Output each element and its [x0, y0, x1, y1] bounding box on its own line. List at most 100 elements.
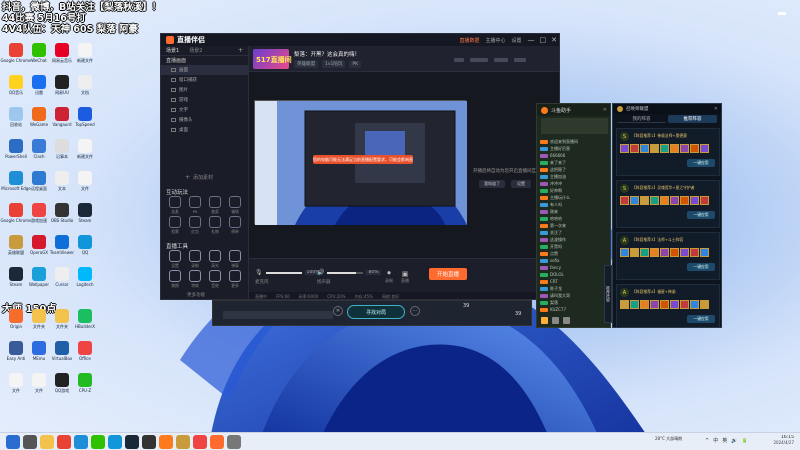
lol-comp-card[interactable]: S 【阵容推荐2】灵魂莲华+星之守护者 一键应用	[616, 180, 720, 228]
language-icon[interactable]: 英	[722, 437, 727, 444]
tool-item[interactable]: 弹幕	[225, 250, 245, 269]
interaction-item[interactable]: PK	[185, 196, 205, 214]
desktop-icon[interactable]: Steam	[70, 203, 100, 231]
more-features-link[interactable]: 更多功能	[187, 292, 205, 298]
tool-item[interactable]: 特效	[185, 270, 205, 289]
champion-icon[interactable]	[640, 144, 649, 153]
obs-icon[interactable]	[142, 435, 156, 449]
champion-icon[interactable]	[650, 196, 659, 205]
tool-item[interactable]: 高光	[205, 250, 225, 269]
champion-icon[interactable]	[640, 300, 649, 309]
champion-icon[interactable]	[700, 144, 709, 153]
announcement-settings-button[interactable]: 设置	[511, 180, 531, 188]
preview-canvas[interactable]: 您的电脑可能无法满足当前直播配置要求，可能会影响直播效果	[254, 100, 467, 225]
lol-comp-card[interactable]: A 【阵容推荐4】福星+神谕 一键应用	[616, 284, 720, 327]
file-explorer-icon[interactable]	[40, 435, 54, 449]
settings-icon[interactable]	[227, 435, 241, 449]
search-icon[interactable]	[23, 435, 37, 449]
mic-icon[interactable]: 🎙	[255, 269, 263, 276]
maximize-icon[interactable]: □	[540, 36, 547, 44]
champion-icon[interactable]	[670, 144, 679, 153]
game-close-icon[interactable]: ✕	[333, 306, 343, 316]
stream-tag-1[interactable]: 1v1陪玩	[322, 60, 346, 68]
tool-item[interactable]: 美颜	[165, 270, 185, 289]
champion-icon[interactable]	[700, 196, 709, 205]
tool-item[interactable]: 音效	[205, 270, 225, 289]
steam-icon[interactable]	[125, 435, 139, 449]
top-right-minimize-indicator[interactable]	[778, 12, 786, 15]
chat-close-icon[interactable]: ✕	[603, 107, 607, 113]
lol-tab-my[interactable]: 我的阵容	[617, 115, 666, 123]
add-material-button[interactable]: + 添加素材	[185, 174, 213, 181]
lol-side-tab[interactable]: 推荐阵容	[604, 265, 612, 323]
preview-alert[interactable]: 您的电脑可能无法满足当前直播配置要求，可能会影响直播效果	[313, 155, 413, 164]
champion-icon[interactable]	[620, 248, 629, 257]
live-companion-icon[interactable]	[210, 435, 224, 449]
speaker-slider[interactable]	[327, 271, 364, 274]
tool-item[interactable]: 更多	[225, 270, 245, 289]
close-icon[interactable]: ✕	[551, 36, 557, 44]
interaction-item[interactable]: 榜单	[225, 216, 245, 235]
tab-scene-1[interactable]: 场景1	[166, 47, 179, 54]
sources-tab[interactable]: 直播画面	[166, 57, 186, 64]
champion-icon[interactable]	[630, 144, 639, 153]
interaction-item[interactable]: 礼物	[205, 216, 225, 235]
interaction-item[interactable]: 抽奖	[205, 196, 225, 215]
champion-icon[interactable]	[690, 196, 699, 205]
stream-cover[interactable]: 517直播间	[253, 49, 292, 69]
desktop-icon[interactable]: QQ	[70, 235, 100, 263]
top-action-3[interactable]: 设置	[511, 37, 521, 44]
start-live-button[interactable]: 开始直播	[429, 268, 467, 280]
tool-item[interactable]: 设置	[165, 250, 185, 269]
champion-icon[interactable]	[680, 196, 689, 205]
champion-icon[interactable]	[690, 300, 699, 309]
lol-close-icon[interactable]: ✕	[714, 106, 718, 112]
champion-icon[interactable]	[630, 196, 639, 205]
champion-icon[interactable]	[630, 248, 639, 257]
champion-icon[interactable]	[690, 144, 699, 153]
desktop-icon[interactable]: CPU-Z	[70, 373, 100, 401]
volume-icon[interactable]: 🔊	[731, 438, 737, 444]
source-item[interactable]: 文字	[161, 105, 248, 115]
stream-title[interactable]: 梨落：开黑？这会真的嗨！	[294, 50, 360, 58]
find-match-button[interactable]: 寻找对局	[347, 305, 405, 319]
lol-comp-card[interactable]: A 【阵容推荐3】法师+斗士阵容 一键应用	[616, 232, 720, 280]
speaker-volume[interactable]: 80%	[366, 270, 381, 275]
show-hidden-icon[interactable]: ^	[705, 438, 709, 444]
desktop-icon[interactable]: 新建文件	[70, 139, 100, 167]
announcement-ok-button[interactable]: 我知道了	[479, 180, 505, 188]
source-item[interactable]: 摄像头	[161, 115, 248, 125]
mic-slider[interactable]	[265, 271, 302, 274]
champion-icon[interactable]	[680, 300, 689, 309]
live-settings-button[interactable]: ▣ 直播	[401, 270, 409, 284]
interaction-item[interactable]: 连麦	[165, 196, 185, 215]
champion-icon[interactable]	[660, 248, 669, 257]
chrome-icon[interactable]	[57, 435, 71, 449]
champion-icon[interactable]	[640, 196, 649, 205]
champion-icon[interactable]	[630, 300, 639, 309]
lol-comp-card[interactable]: S 【阵容推荐1】神谕法师+奥德赛 一键应用	[616, 128, 720, 176]
emoji-icon[interactable]	[552, 317, 559, 324]
top-action-1[interactable]: 直播数据	[459, 37, 479, 44]
champion-icon[interactable]	[660, 196, 669, 205]
apply-comp-button[interactable]: 一键应用	[687, 159, 715, 167]
top-action-2[interactable]: 主播中心	[485, 37, 505, 44]
minimize-icon[interactable]: —	[528, 36, 535, 44]
desktop-icon[interactable]: HBuilderX	[70, 309, 100, 337]
source-item[interactable]: 画面	[161, 65, 248, 75]
champion-icon[interactable]	[680, 144, 689, 153]
champion-icon[interactable]	[620, 196, 629, 205]
wechat-icon[interactable]	[91, 435, 105, 449]
champion-icon[interactable]	[650, 144, 659, 153]
edge-icon[interactable]	[74, 435, 88, 449]
game-icon[interactable]	[193, 435, 207, 449]
stream-category[interactable]: 英雄联盟	[294, 60, 318, 68]
stream-tag-2[interactable]: PK	[349, 60, 362, 68]
desktop-icon[interactable]: Office	[70, 341, 100, 369]
speaker-icon[interactable]: 🔊	[317, 269, 324, 276]
settings-icon[interactable]	[563, 317, 570, 324]
ime-icon[interactable]: 中	[713, 437, 718, 444]
gift-icon[interactable]	[541, 317, 548, 324]
desktop-icon[interactable]: 文件	[70, 171, 100, 199]
interaction-item[interactable]: 红包	[185, 216, 205, 235]
